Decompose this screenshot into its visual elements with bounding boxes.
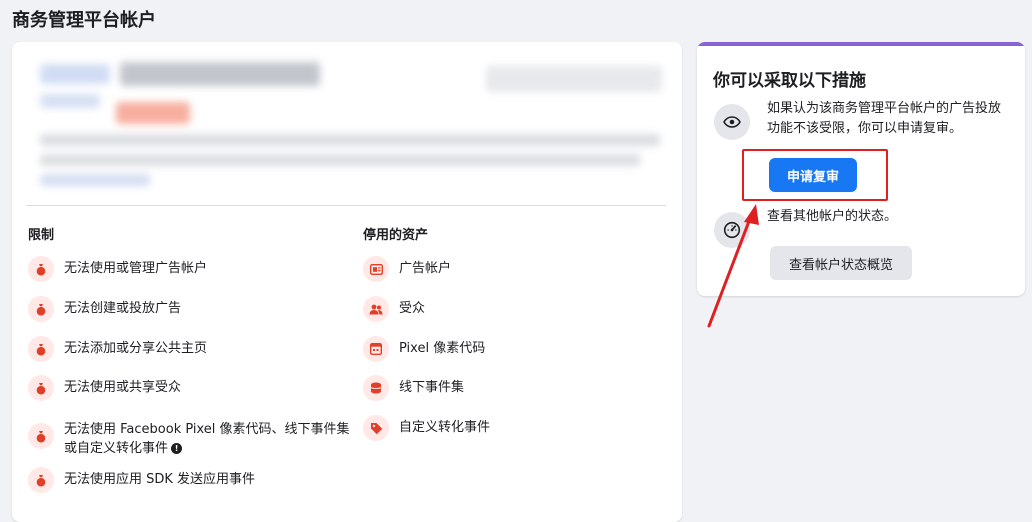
section-divider bbox=[26, 205, 666, 206]
money-bag-icon bbox=[28, 296, 54, 322]
account-status-overview-button[interactable]: 查看帐户状态概览 bbox=[770, 246, 912, 280]
page-title: 商务管理平台帐户 bbox=[12, 10, 156, 31]
money-bag-icon bbox=[28, 336, 54, 362]
restriction-item: 无法使用或管理广告帐户 bbox=[28, 256, 207, 282]
money-bag-icon bbox=[28, 256, 54, 282]
restriction-item: 无法创建或投放广告 bbox=[28, 296, 181, 322]
asset-item-label: 受众 bbox=[399, 301, 426, 316]
asset-item: 自定义转化事件 bbox=[363, 415, 490, 441]
card-accent-bar bbox=[697, 42, 1025, 46]
asset-item: 线下事件集 bbox=[363, 375, 464, 401]
actions-card: 你可以采取以下措施 如果认为该商务管理平台帐户的广告投放功能不该受限，你可以申请… bbox=[697, 42, 1025, 296]
asset-item: 受众 bbox=[363, 296, 425, 322]
actions-title: 你可以采取以下措施 bbox=[713, 71, 866, 91]
speedometer-icon bbox=[714, 212, 750, 248]
restriction-item: 无法添加或分享公共主页 bbox=[28, 336, 207, 362]
blurred-account-info bbox=[26, 50, 670, 200]
offline-events-icon bbox=[363, 375, 389, 401]
restriction-item-label: 无法创建或投放广告 bbox=[64, 301, 182, 316]
pixel-icon bbox=[363, 336, 389, 362]
asset-item-label: Pixel 像素代码 bbox=[399, 341, 486, 356]
restriction-item: 无法使用或共享受众 bbox=[28, 375, 181, 401]
info-icon[interactable]: ! bbox=[171, 443, 183, 454]
asset-item-label: 线下事件集 bbox=[399, 380, 465, 395]
asset-item: Pixel 像素代码 bbox=[363, 336, 485, 362]
tag-icon bbox=[363, 415, 389, 441]
restriction-item-label: 无法使用或共享受众 bbox=[64, 380, 182, 395]
annotation-highlight-box bbox=[742, 149, 888, 201]
status-description: 查看其他帐户的状态。 bbox=[767, 209, 898, 224]
asset-item-label: 广告帐户 bbox=[399, 261, 452, 276]
restrictions-heading: 限制 bbox=[28, 228, 55, 243]
restriction-item: 无法使用 Facebook Pixel 像素代码、线下事件集或自定义转化事件! bbox=[28, 417, 358, 458]
restriction-item-label: 无法添加或分享公共主页 bbox=[64, 341, 208, 356]
restriction-item: 无法使用应用 SDK 发送应用事件 bbox=[28, 467, 255, 493]
asset-item-label: 自定义转化事件 bbox=[399, 420, 491, 435]
money-bag-icon bbox=[28, 467, 54, 493]
money-bag-icon bbox=[28, 375, 54, 401]
disabled-assets-heading: 停用的资产 bbox=[363, 228, 429, 243]
audience-icon bbox=[363, 296, 389, 322]
eye-icon bbox=[714, 104, 750, 140]
money-bag-icon bbox=[28, 423, 54, 449]
restriction-item-label: 无法使用 Facebook Pixel 像素代码、线下事件集或自定义转化事件! bbox=[64, 422, 350, 456]
restriction-item-label: 无法使用应用 SDK 发送应用事件 bbox=[64, 472, 256, 487]
asset-item: 广告帐户 bbox=[363, 256, 451, 282]
restrictions-card: 限制 停用的资产 无法使用或管理广告帐户 无法创建或投放广告 无法添加或分享公共… bbox=[12, 42, 682, 522]
appeal-description: 如果认为该商务管理平台帐户的广告投放功能不该受限，你可以申请复审。 bbox=[767, 101, 1002, 136]
ad-account-icon bbox=[363, 256, 389, 282]
restriction-item-label: 无法使用或管理广告帐户 bbox=[64, 261, 208, 276]
